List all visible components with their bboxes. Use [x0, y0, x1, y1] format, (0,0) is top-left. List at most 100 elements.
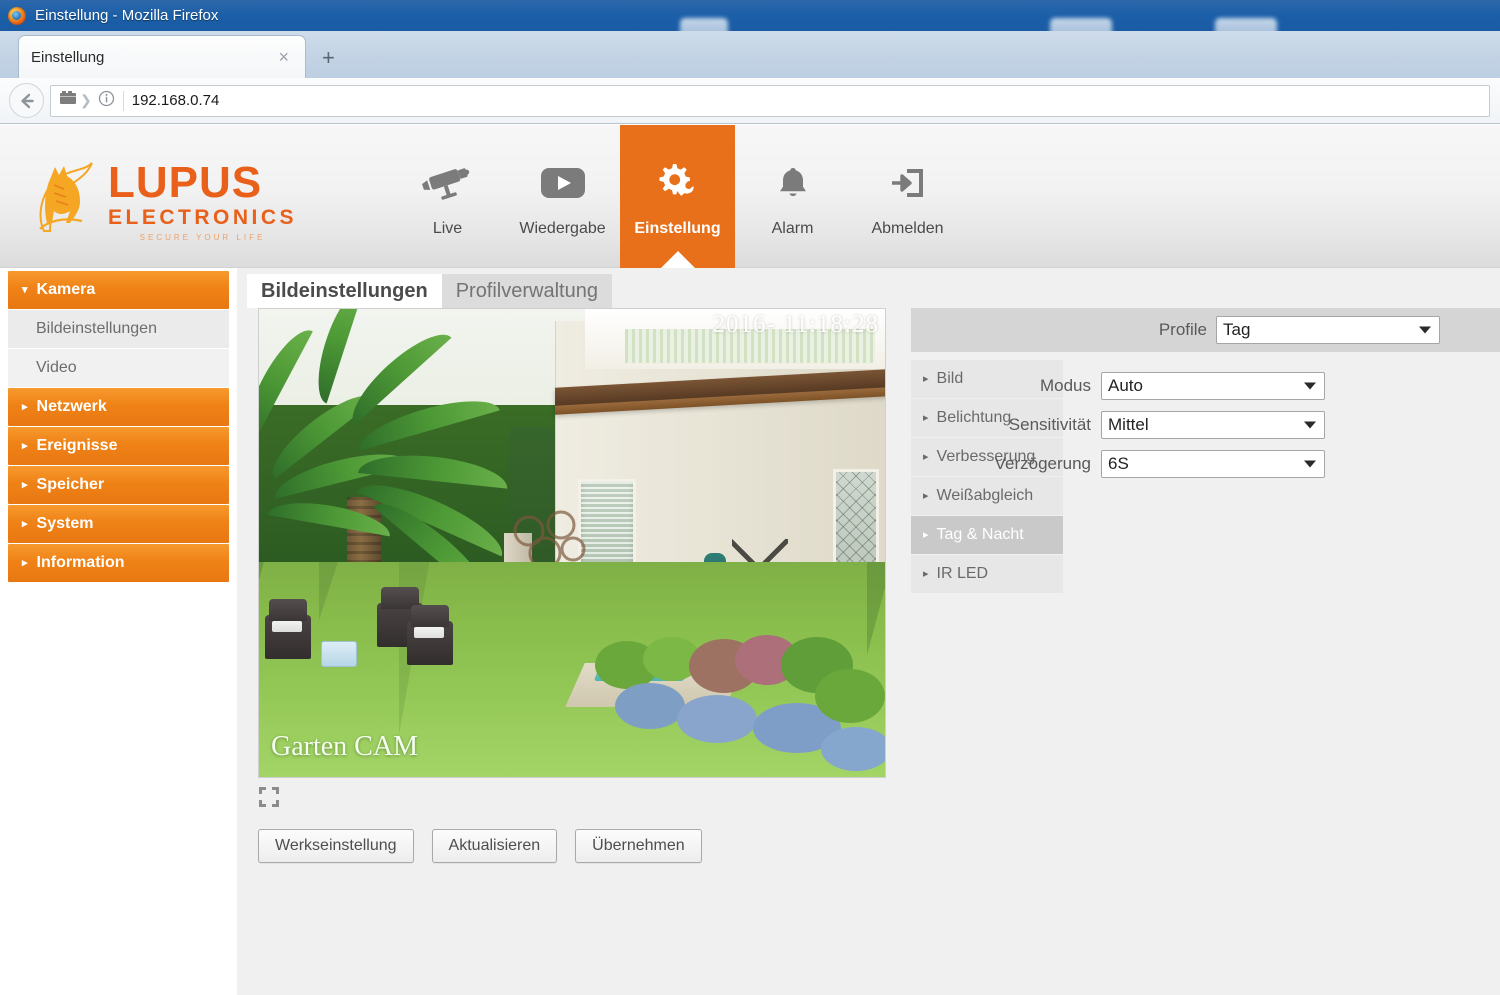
nav-label-live: Live	[432, 219, 463, 237]
nav-label-abmelden: Abmelden	[871, 219, 944, 237]
info-icon[interactable]	[98, 90, 115, 112]
profile-select[interactable]: Tag	[1216, 316, 1440, 344]
scene-cushion	[272, 621, 302, 632]
logout-icon	[887, 156, 929, 210]
chevron-down-icon	[1304, 421, 1316, 429]
firefox-logo-icon	[8, 6, 26, 25]
back-arrow-icon[interactable]	[9, 83, 44, 118]
chevron-right-icon: ▸	[923, 567, 929, 580]
sidebar: ▾ Kamera Bildeinstellungen Video ▸ Netzw…	[0, 268, 237, 995]
accordion-item-ir-led[interactable]: ▸ IR LED	[911, 555, 1063, 593]
nav-item-wiedergabe[interactable]: Wiedergabe	[505, 125, 620, 268]
video-timestamp: 2016- 11:18:28	[712, 311, 879, 338]
chevron-right-icon: ▸	[923, 489, 929, 502]
form-row-modus: Modus Auto	[911, 372, 1500, 400]
url-separator	[122, 90, 124, 111]
video-camera-name: Garten CAM	[271, 731, 418, 762]
sidebar-label-system: System	[36, 515, 94, 532]
sensitivitaet-select[interactable]: Mittel	[1101, 411, 1325, 439]
sidebar-item-kamera[interactable]: ▾ Kamera	[8, 271, 229, 309]
uebernehmen-button[interactable]: Übernehmen	[575, 829, 702, 863]
nav-item-live[interactable]: Live	[390, 125, 505, 268]
sensitivitaet-value: Mittel	[1108, 415, 1149, 434]
sidebar-item-bildeinstellungen[interactable]: Bildeinstellungen	[8, 310, 229, 348]
nav-item-abmelden[interactable]: Abmelden	[850, 125, 965, 268]
window-title: Einstellung - Mozilla Firefox	[35, 7, 219, 24]
sidebar-item-ereignisse[interactable]: ▸ Ereignisse	[8, 427, 229, 465]
url-bar[interactable]: ❯ 192.168.0.74	[50, 84, 1490, 117]
gear-wrench-icon	[655, 156, 701, 210]
bell-icon	[773, 156, 813, 210]
modus-value: Auto	[1108, 376, 1143, 395]
form-row-sensitivitaet: Sensitivität Mittel	[911, 411, 1500, 439]
close-icon[interactable]: ×	[274, 48, 293, 66]
page-icon	[59, 90, 77, 111]
scene-flowerbed	[585, 607, 885, 777]
chevron-right-icon: ▸	[22, 478, 28, 491]
modus-select[interactable]: Auto	[1101, 372, 1325, 400]
accordion-item-tag-nacht[interactable]: ▸ Tag & Nacht	[911, 516, 1063, 554]
chevron-right-icon: ▸	[22, 556, 28, 569]
scene-chair	[407, 605, 453, 665]
settings-panel: 2016- 11:18:28 Garten CAM Werkseinstellu…	[237, 308, 1500, 995]
scene-bush	[615, 683, 685, 729]
chevron-right-icon: ▸	[22, 400, 28, 413]
web-page: LUPUS ELECTRONICS SECURE YOUR LIFE Live …	[0, 125, 1500, 995]
tab-label-profilverwaltung: Profilverwaltung	[455, 279, 598, 302]
wolf-logo-icon	[39, 162, 93, 232]
werkseinstellung-button[interactable]: Werkseinstellung	[258, 829, 414, 863]
nav-item-alarm[interactable]: Alarm	[735, 125, 850, 268]
logo-wordmark: LUPUS ELECTRONICS SECURE YOUR LIFE	[108, 161, 298, 243]
tab-profilverwaltung[interactable]: Profilverwaltung	[441, 274, 612, 308]
tab-label-bildeinstellungen: Bildeinstellungen	[261, 279, 428, 302]
profile-row: Profile Tag	[911, 308, 1500, 352]
content-tabs: Bildeinstellungen Profilverwaltung	[237, 268, 1500, 308]
chevron-down-icon	[1419, 326, 1431, 334]
accordion-label-ir-led: IR LED	[936, 565, 989, 582]
action-button-row: Werkseinstellung Aktualisieren Übernehme…	[258, 829, 702, 863]
aktualisieren-label: Aktualisieren	[448, 837, 541, 854]
chevron-right-icon: ▸	[22, 517, 28, 530]
aktualisieren-button[interactable]: Aktualisieren	[431, 829, 558, 863]
scene-frond	[259, 320, 313, 445]
browser-tab-strip: Einstellung × +	[0, 31, 1500, 78]
profile-label: Profile	[1158, 320, 1207, 339]
accordion-label-weissabgleich: Weißabgleich	[936, 487, 1034, 504]
nav-label-alarm: Alarm	[771, 219, 814, 237]
browser-tab-label: Einstellung	[31, 48, 105, 66]
profile-value: Tag	[1223, 320, 1251, 339]
camera-preview[interactable]: 2016- 11:18:28 Garten CAM	[258, 308, 886, 778]
verzoegerung-value: 6S	[1108, 454, 1129, 473]
form-row-verzoegerung: Verzögerung 6S	[911, 450, 1500, 478]
scene-bush	[677, 695, 757, 743]
fullscreen-icon[interactable]	[258, 786, 280, 808]
nav-item-einstellung[interactable]: Einstellung	[620, 125, 735, 268]
logo-sub: ELECTRONICS	[108, 206, 298, 229]
chevron-down-icon	[1304, 382, 1316, 390]
nav-label-einstellung: Einstellung	[634, 219, 721, 237]
tab-bildeinstellungen[interactable]: Bildeinstellungen	[247, 274, 442, 308]
chevron-down-icon	[1304, 460, 1316, 468]
sidebar-item-netzwerk[interactable]: ▸ Netzwerk	[8, 388, 229, 426]
sidebar-item-video[interactable]: Video	[8, 349, 229, 387]
sidebar-label-kamera: Kamera	[36, 281, 96, 298]
sensitivitaet-label: Sensitivität	[1008, 415, 1091, 434]
logo-tagline: SECURE YOUR LIFE	[139, 233, 266, 242]
sidebar-item-information[interactable]: ▸ Information	[8, 544, 229, 582]
scene-cooler	[321, 641, 357, 667]
play-icon	[538, 156, 588, 210]
main-navigation: Live Wiedergabe Einstellung Alarm Abmeld…	[390, 125, 965, 268]
chevron-right-icon: ▸	[22, 439, 28, 452]
browser-tab[interactable]: Einstellung ×	[18, 35, 306, 78]
uebernehmen-label: Übernehmen	[592, 837, 685, 854]
sidebar-item-system[interactable]: ▸ System	[8, 505, 229, 543]
scene-cushion	[414, 627, 444, 638]
chevron-down-icon: ▾	[22, 283, 28, 296]
accordion-label-tag-nacht: Tag & Nacht	[936, 526, 1024, 543]
sidebar-item-speicher[interactable]: ▸ Speicher	[8, 466, 229, 504]
verzoegerung-label: Verzögerung	[994, 454, 1091, 473]
verzoegerung-select[interactable]: 6S	[1101, 450, 1325, 478]
lupus-logo[interactable]: LUPUS ELECTRONICS SECURE YOUR LIFE	[30, 155, 294, 242]
new-tab-button[interactable]: +	[322, 47, 335, 69]
site-header: LUPUS ELECTRONICS SECURE YOUR LIFE Live …	[0, 125, 1500, 268]
